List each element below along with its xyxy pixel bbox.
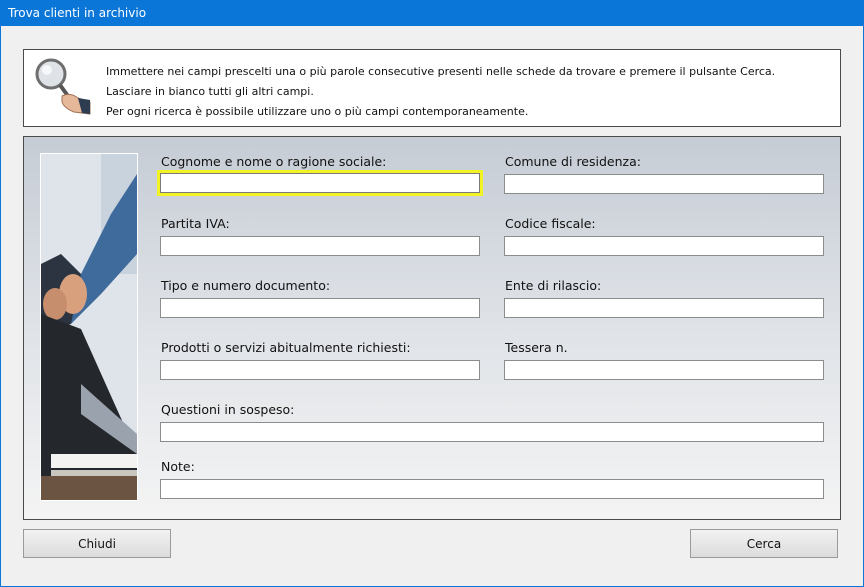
label-ente: Ente di rilascio: xyxy=(505,278,602,293)
label-documento: Tipo e numero documento: xyxy=(161,278,331,293)
close-button[interactable]: Chiudi xyxy=(23,529,171,558)
questioni-field[interactable] xyxy=(160,422,824,442)
label-prodotti: Prodotti o servizi abitualmente richiest… xyxy=(161,340,411,355)
tessera-field[interactable] xyxy=(504,360,824,380)
label-nome: Cognome e nome o ragione sociale: xyxy=(161,154,387,169)
dialog-window: Trova clienti in archivio Immettere nei … xyxy=(0,0,864,587)
label-questioni: Questioni in sospeso: xyxy=(161,402,295,417)
nome-field[interactable] xyxy=(157,170,483,196)
label-cf: Codice fiscale: xyxy=(505,216,596,231)
label-piva: Partita IVA: xyxy=(161,216,230,231)
instructions-panel: Immettere nei campi prescelti una o più … xyxy=(23,49,841,127)
business-handshake-photo xyxy=(40,153,138,501)
title-bar[interactable]: Trova clienti in archivio xyxy=(0,0,864,26)
partita-iva-field[interactable] xyxy=(160,236,480,256)
label-tessera: Tessera n. xyxy=(505,340,568,355)
codice-fiscale-field[interactable] xyxy=(504,236,824,256)
prodotti-field[interactable] xyxy=(160,360,480,380)
ente-rilascio-field[interactable] xyxy=(504,298,824,318)
comune-field[interactable] xyxy=(504,174,824,194)
magnifier-hand-icon xyxy=(35,58,91,115)
label-comune: Comune di residenza: xyxy=(505,154,641,169)
note-field[interactable] xyxy=(160,479,824,499)
instruction-line: Per ogni ricerca è possibile utilizzare … xyxy=(106,105,529,118)
search-form: Cognome e nome o ragione sociale: Comune… xyxy=(23,136,841,520)
search-button[interactable]: Cerca xyxy=(690,529,838,558)
instructions-text: Immettere nei campi prescelti una o più … xyxy=(106,62,775,122)
instruction-line: Immettere nei campi prescelti una o più … xyxy=(106,65,776,78)
label-note: Note: xyxy=(161,459,195,474)
instruction-line: Lasciare in bianco tutti gli altri campi… xyxy=(106,85,314,98)
window-title: Trova clienti in archivio xyxy=(8,6,147,20)
dialog-body: Immettere nei campi prescelti una o più … xyxy=(1,26,863,586)
documento-field[interactable] xyxy=(160,298,480,318)
